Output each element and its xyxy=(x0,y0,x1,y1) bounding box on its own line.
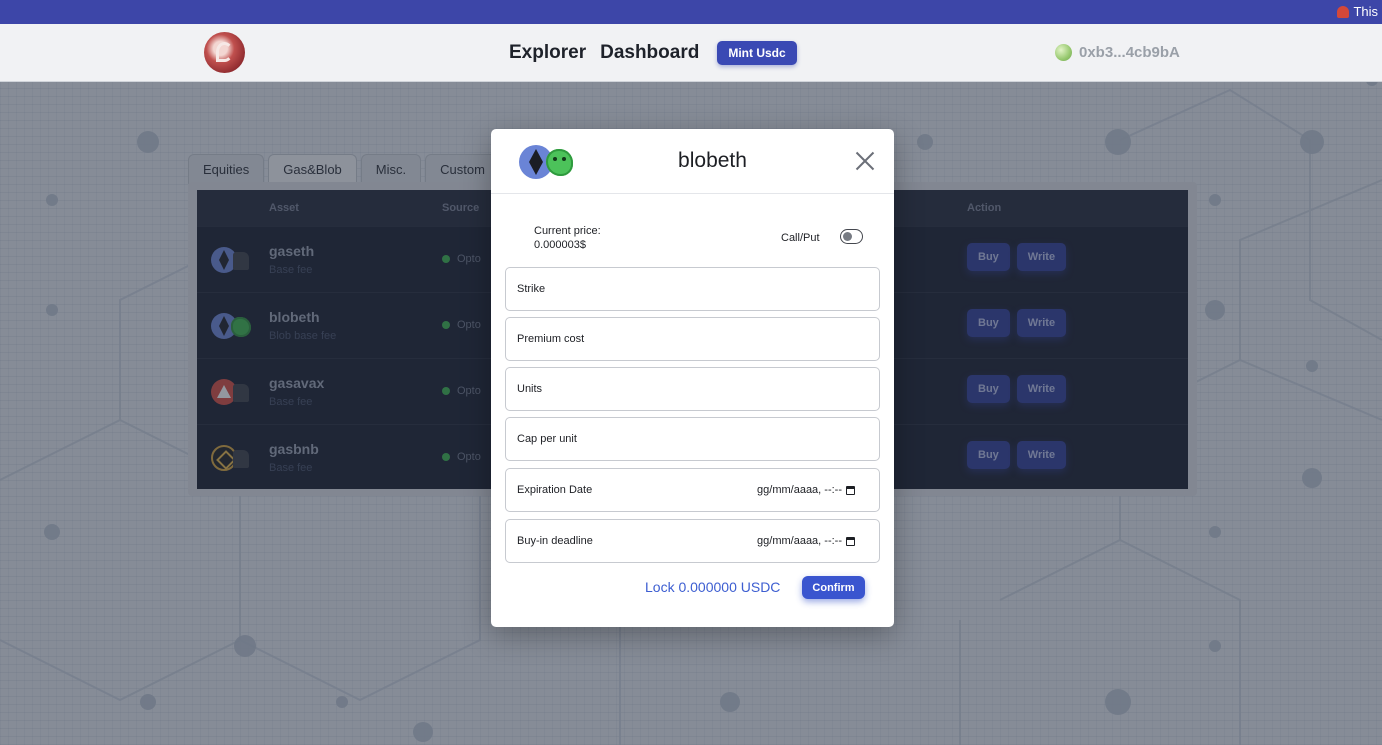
units-input[interactable]: Units xyxy=(505,367,880,411)
premium-cost-label: Premium cost xyxy=(517,333,585,345)
option-modal: blobeth Current price: 0.000003$ Call/Pu… xyxy=(491,129,894,627)
expiration-date-label: Expiration Date xyxy=(517,484,593,496)
buy-in-date-value: gg/mm/aaaa, --:-- xyxy=(757,535,842,547)
cap-per-unit-input[interactable]: Cap per unit xyxy=(505,417,880,461)
confirm-button[interactable]: Confirm xyxy=(802,576,865,599)
nav-dashboard[interactable]: Dashboard xyxy=(600,42,699,64)
units-label: Units xyxy=(517,383,543,395)
calendar-icon[interactable] xyxy=(846,485,855,495)
buy-in-date-picker[interactable]: gg/mm/aaaa, --:-- xyxy=(757,535,855,547)
modal-header: blobeth xyxy=(491,129,894,194)
calendar-icon[interactable] xyxy=(846,536,855,546)
nav-links: Explorer Dashboard Mint Usdc xyxy=(509,41,797,65)
wallet-avatar-icon xyxy=(1055,44,1072,61)
expiration-date-value: gg/mm/aaaa, --:-- xyxy=(757,484,842,496)
app-logo[interactable] xyxy=(204,32,245,73)
call-put-label: Call/Put xyxy=(781,232,820,244)
wallet-address-text: 0xb3...4cb9bA xyxy=(1079,44,1180,61)
lock-amount-text: Lock 0.000000 USDC xyxy=(645,579,781,595)
strike-label: Strike xyxy=(517,283,546,295)
current-price-label: Current price: xyxy=(534,225,601,237)
current-price-value: 0.000003$ xyxy=(534,239,586,251)
banner-note-text: This xyxy=(1353,4,1378,19)
top-banner: This xyxy=(0,0,1382,24)
expiration-date-input[interactable]: Expiration Date gg/mm/aaaa, --:-- xyxy=(505,468,880,512)
premium-cost-input[interactable]: Premium cost xyxy=(505,317,880,361)
navbar: Explorer Dashboard Mint Usdc 0xb3...4cb9… xyxy=(0,24,1382,82)
banner-note[interactable]: This xyxy=(1337,4,1378,19)
buy-in-deadline-input[interactable]: Buy-in deadline gg/mm/aaaa, --:-- xyxy=(505,519,880,563)
nav-explorer[interactable]: Explorer xyxy=(509,42,586,64)
expiration-date-picker[interactable]: gg/mm/aaaa, --:-- xyxy=(757,484,855,496)
call-put-toggle[interactable] xyxy=(840,229,863,244)
wallet-address[interactable]: 0xb3...4cb9bA xyxy=(1055,44,1180,61)
mint-usdc-button[interactable]: Mint Usdc xyxy=(717,41,797,65)
logo-swirl-icon xyxy=(216,42,233,62)
close-icon[interactable] xyxy=(855,151,875,171)
strike-input[interactable]: Strike xyxy=(505,267,880,311)
cap-per-unit-label: Cap per unit xyxy=(517,433,577,445)
notification-icon xyxy=(1337,5,1350,18)
buy-in-deadline-label: Buy-in deadline xyxy=(517,535,593,547)
